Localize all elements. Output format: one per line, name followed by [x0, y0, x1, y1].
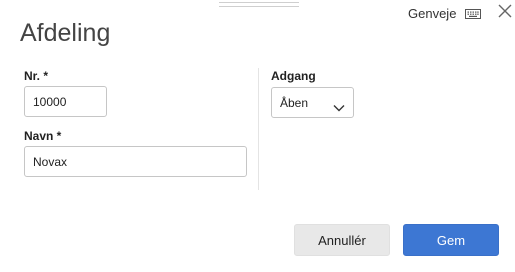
name-input[interactable] [24, 146, 247, 177]
keyboard-icon [465, 7, 482, 19]
access-select[interactable]: Åben [271, 87, 354, 118]
number-label: Nr. * [24, 69, 49, 83]
close-button[interactable] [496, 4, 514, 22]
close-icon [498, 4, 512, 23]
cancel-button[interactable]: Annullér [294, 224, 390, 256]
access-select-value: Åben [280, 95, 309, 110]
department-dialog: Genveje Afdeling Nr. * 10000 Navn * Nova… [0, 0, 515, 272]
drag-handle[interactable] [219, 2, 299, 11]
column-divider [258, 68, 259, 190]
number-input[interactable] [24, 86, 107, 117]
chevron-down-icon [333, 99, 345, 111]
dialog-title: Afdeling [20, 19, 111, 47]
access-label: Adgang [271, 69, 316, 83]
shortcuts-button[interactable]: Genveje [408, 4, 482, 22]
name-label: Navn * [24, 129, 62, 143]
shortcuts-label: Genveje [408, 5, 457, 21]
save-button[interactable]: Gem [403, 224, 499, 256]
